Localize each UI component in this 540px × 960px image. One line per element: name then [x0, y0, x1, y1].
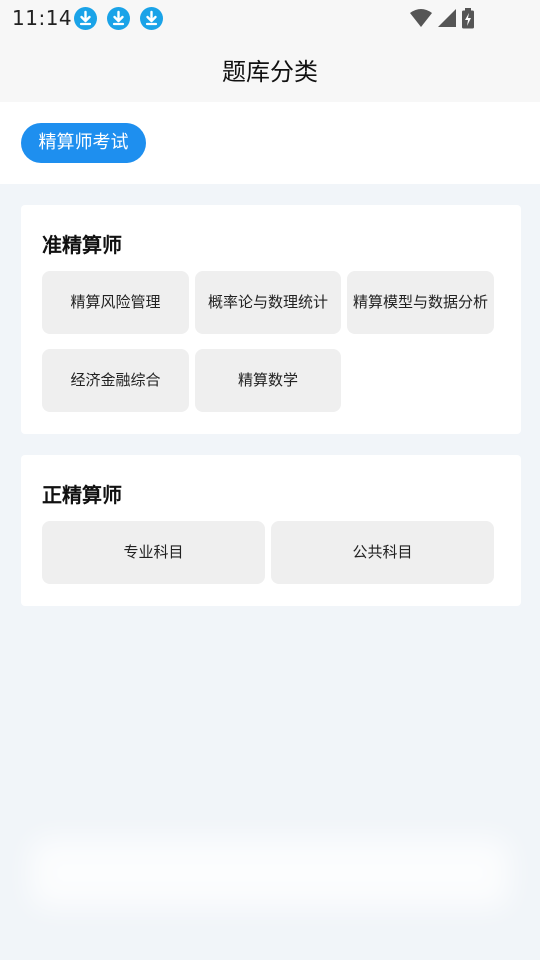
battery-charging-icon	[462, 8, 474, 29]
signal-icon	[438, 9, 456, 27]
page-title: 题库分类	[222, 58, 318, 86]
subject-chip[interactable]: 概率论与数理统计	[195, 271, 341, 334]
subject-chip[interactable]: 专业科目	[42, 521, 265, 584]
system-status-icons	[410, 8, 474, 29]
category-tab-strip: 精算师考试	[0, 102, 540, 184]
download-icon	[140, 7, 163, 30]
status-bar: 11:14	[0, 0, 540, 36]
tab-actuary-exam[interactable]: 精算师考试	[21, 123, 146, 163]
subject-chip[interactable]: 精算数学	[195, 349, 341, 412]
subject-chip[interactable]: 经济金融综合	[42, 349, 189, 412]
section-title: 正精算师	[42, 483, 122, 507]
blurred-overlay	[30, 838, 510, 908]
section-title: 准精算师	[42, 233, 122, 257]
status-time: 11:14	[12, 6, 73, 30]
app-header: 题库分类	[0, 36, 540, 102]
subject-chip[interactable]: 精算风险管理	[42, 271, 189, 334]
subject-chip[interactable]: 公共科目	[271, 521, 494, 584]
section-card-fellow-actuary: 正精算师 专业科目 公共科目	[21, 455, 521, 606]
subject-chip[interactable]: 精算模型与数据分析	[347, 271, 494, 334]
wifi-icon	[410, 9, 432, 27]
download-icon	[107, 7, 130, 30]
section-card-associate-actuary: 准精算师 精算风险管理 概率论与数理统计 精算模型与数据分析 经济金融综合 精算…	[21, 205, 521, 434]
download-icon	[74, 7, 97, 30]
